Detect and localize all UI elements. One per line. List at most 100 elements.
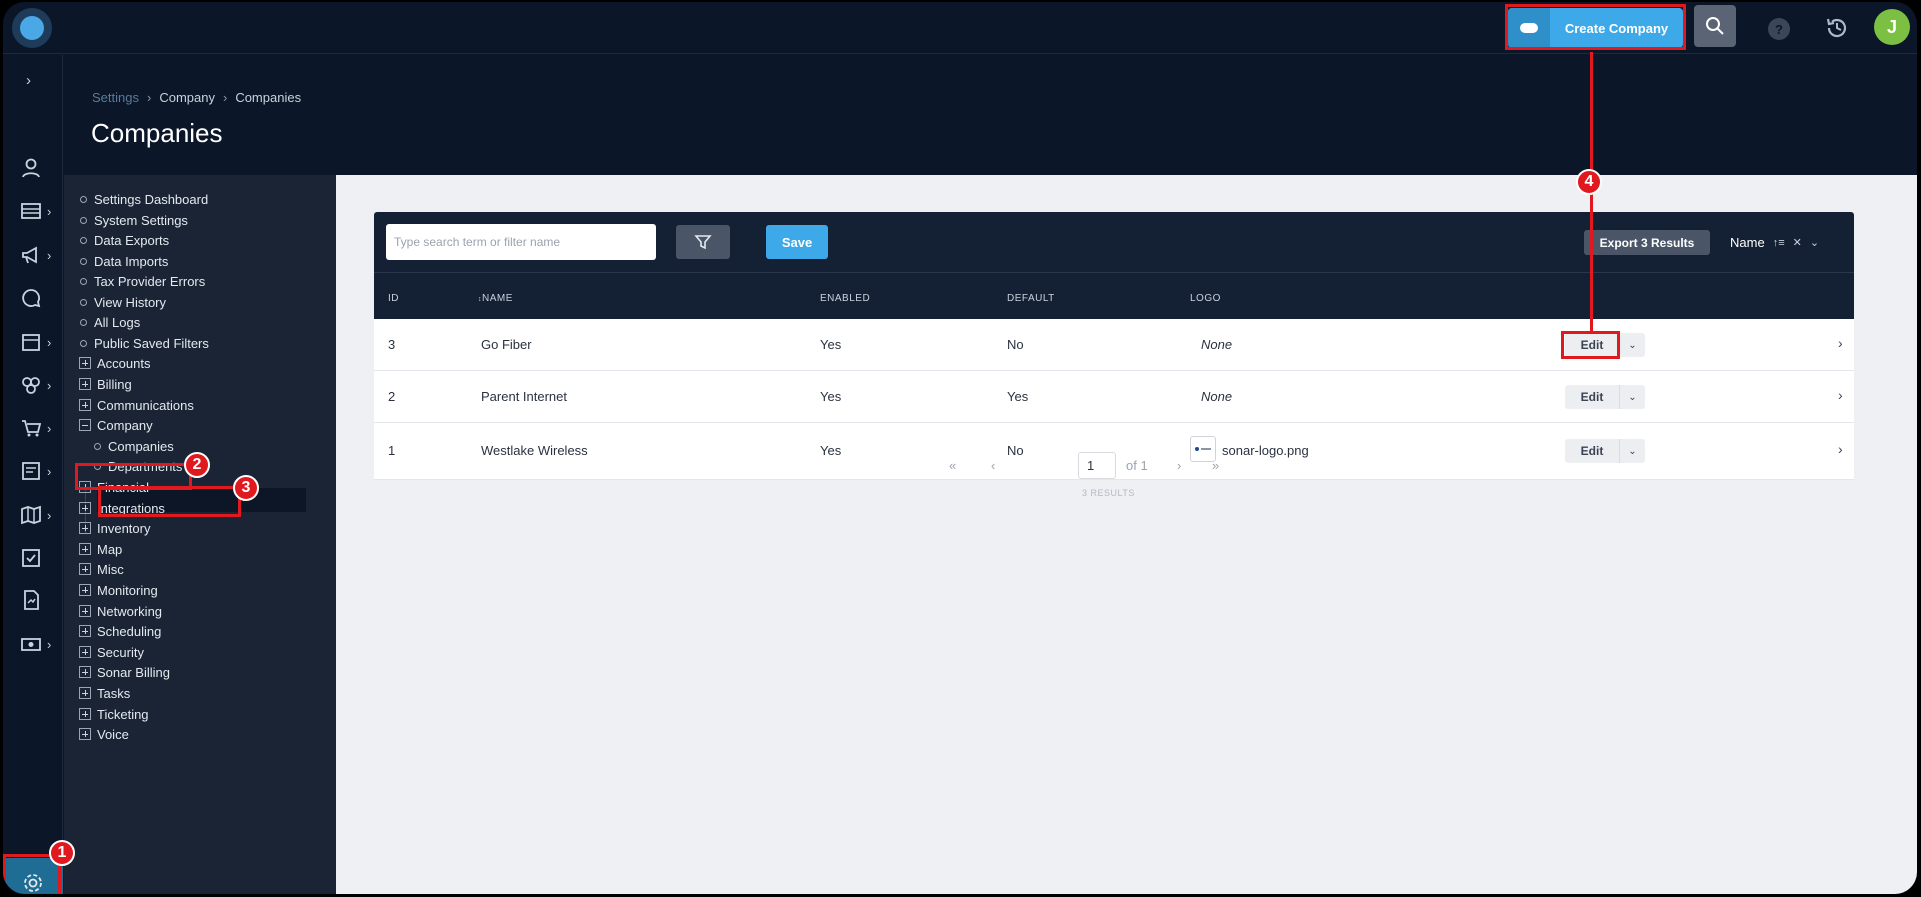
global-search-button[interactable] <box>1694 5 1736 47</box>
expand-icon <box>79 625 91 637</box>
chevron-right-icon[interactable]: › <box>1838 387 1843 403</box>
nav-item-map[interactable]: Map <box>79 539 122 559</box>
icon-rail: › › › › › › › › › <box>3 55 63 894</box>
nav-item-misc[interactable]: Misc <box>79 559 124 579</box>
expand-icon <box>79 605 91 617</box>
nav-item-networking[interactable]: Networking <box>79 601 162 621</box>
prev-page-button[interactable]: ‹ <box>991 458 995 473</box>
nav-item-tasks[interactable]: Tasks <box>79 683 130 703</box>
column-default[interactable]: DEFAULT <box>1007 293 1055 304</box>
rail-map[interactable]: › <box>3 500 63 530</box>
table-row[interactable]: 2 Parent Internet Yes Yes None Edit ⌄ › <box>374 371 1854 423</box>
nav-item-tax-provider-errors[interactable]: Tax Provider Errors <box>79 271 205 291</box>
history-icon[interactable] <box>1823 14 1851 42</box>
nav-item-company[interactable]: Company <box>79 415 153 435</box>
nav-item-all-logs[interactable]: All Logs <box>79 312 140 332</box>
nav-item-label: Ticketing <box>97 706 149 722</box>
user-avatar[interactable]: J <box>1874 9 1910 45</box>
nav-item-ticketing[interactable]: Ticketing <box>79 704 149 724</box>
sort-control[interactable]: Name ↑≡ ✕ ⌄ <box>1720 230 1844 255</box>
nav-item-security[interactable]: Security <box>79 642 144 662</box>
app-logo[interactable] <box>12 8 52 48</box>
rail-announcements[interactable]: › <box>3 240 63 270</box>
edit-button[interactable]: Edit <box>1565 385 1619 409</box>
rail-billing[interactable]: › <box>3 629 63 659</box>
search-input[interactable] <box>386 224 656 260</box>
rail-reports[interactable]: › <box>3 456 63 486</box>
expand-icon <box>79 543 91 555</box>
cell-name: Go Fiber <box>481 337 532 352</box>
save-button[interactable]: Save <box>766 225 828 259</box>
nav-item-data-imports[interactable]: Data Imports <box>79 251 168 271</box>
nav-item-label: Tasks <box>97 685 131 701</box>
megaphone-icon <box>22 246 37 264</box>
chevron-right-icon: › <box>47 420 52 436</box>
first-page-button[interactable]: « <box>949 458 956 473</box>
nav-item-companies[interactable]: Companies <box>93 436 174 456</box>
column-name[interactable]: ↕NAME <box>478 293 513 304</box>
rail-orders[interactable]: › <box>3 413 63 443</box>
chevron-down-icon[interactable]: ⌄ <box>1619 333 1645 357</box>
cell-logo: None <box>1201 337 1233 352</box>
last-page-button[interactable]: » <box>1212 458 1219 473</box>
rail-network[interactable]: › <box>3 370 63 400</box>
nav-item-inventory[interactable]: Inventory <box>79 518 150 538</box>
chevron-right-icon: › <box>47 507 52 523</box>
expand-icon <box>79 522 91 534</box>
breadcrumb-separator: › <box>222 90 228 105</box>
page-number-input[interactable] <box>1078 452 1116 479</box>
nav-item-scheduling[interactable]: Scheduling <box>79 621 161 641</box>
nav-item-billing[interactable]: Billing <box>79 374 132 394</box>
next-page-button[interactable]: › <box>1177 458 1181 473</box>
breadcrumb-settings[interactable]: Settings <box>92 90 139 105</box>
help-icon[interactable]: ? <box>1768 18 1790 40</box>
nav-item-view-history[interactable]: View History <box>79 292 166 312</box>
nav-item-monitoring[interactable]: Monitoring <box>79 580 158 600</box>
expand-icon <box>79 563 91 575</box>
nav-item-label: View History <box>94 294 167 310</box>
nav-item-label: Data Exports <box>94 232 170 248</box>
nav-item-label: Misc <box>97 561 124 577</box>
nav-item-label: Communications <box>97 397 194 413</box>
rail-tasks[interactable] <box>3 543 63 573</box>
nav-item-communications[interactable]: Communications <box>79 395 194 415</box>
nav-item-label: Inventory <box>97 520 151 536</box>
abacus-icon <box>21 203 41 219</box>
chevron-down-icon[interactable]: ⌄ <box>1619 385 1645 409</box>
nav-item-settings-dashboard[interactable]: Settings Dashboard <box>79 189 208 209</box>
nav-item-voice[interactable]: Voice <box>79 724 129 744</box>
annotation-box-create <box>1505 4 1686 50</box>
sort-direction-icon[interactable]: ↑≡ <box>1773 237 1785 249</box>
table-row[interactable]: 3 Go Fiber Yes No None Edit ⌄ › <box>374 319 1854 371</box>
chevron-right-icon: › <box>47 636 52 652</box>
chevron-right-icon[interactable]: › <box>1838 335 1843 351</box>
column-logo[interactable]: LOGO <box>1190 293 1221 304</box>
clear-sort-icon[interactable]: ✕ <box>1793 236 1802 249</box>
chevron-down-icon[interactable]: ⌄ <box>1810 236 1819 249</box>
export-button[interactable]: Export 3 Results <box>1584 230 1710 255</box>
rail-accounting[interactable]: › <box>3 196 63 226</box>
chevron-right-icon: › <box>47 334 52 350</box>
nav-item-public-saved-filters[interactable]: Public Saved Filters <box>79 333 209 353</box>
expand-icon <box>79 708 91 720</box>
rail-documents[interactable] <box>3 585 63 615</box>
table-header: ID ↕NAME ENABLED DEFAULT LOGO <box>374 272 1854 319</box>
page-title: Companies <box>91 118 223 148</box>
filter-button[interactable] <box>676 225 730 259</box>
rail-calendar[interactable]: › <box>3 327 63 357</box>
rail-contacts[interactable] <box>3 153 63 183</box>
nav-item-label: Map <box>97 541 123 557</box>
chat-icon <box>22 289 41 308</box>
breadcrumb-company[interactable]: Company <box>159 90 215 105</box>
nav-item-system-settings[interactable]: System Settings <box>79 210 188 230</box>
nav-item-accounts[interactable]: Accounts <box>79 353 150 373</box>
column-enabled[interactable]: ENABLED <box>820 293 870 304</box>
nav-item-data-exports[interactable]: Data Exports <box>79 230 169 250</box>
annotation-box-edit <box>1561 331 1620 359</box>
column-id[interactable]: ID <box>388 293 399 304</box>
rail-messages[interactable] <box>3 283 63 313</box>
page-header: Settings › Company › Companies Companies <box>64 55 1917 175</box>
nav-item-sonar-billing[interactable]: Sonar Billing <box>79 662 170 682</box>
rail-expand[interactable]: › <box>3 65 63 95</box>
calendar-icon <box>22 334 40 351</box>
